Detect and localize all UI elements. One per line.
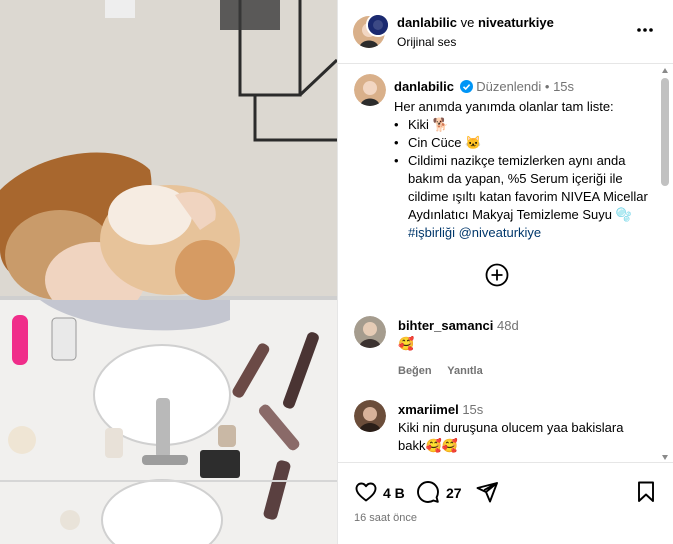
comment-actions: Beğen Yanıtla xyxy=(398,361,648,380)
caption-intro: Her anımda yanımda olanlar tam liste: xyxy=(394,99,614,114)
caption-username[interactable]: danlabilic xyxy=(394,79,454,94)
avatar-face-icon xyxy=(354,74,386,106)
post-actions-bar: 4 B 27 16 saat önce xyxy=(338,462,673,544)
load-more-comments-icon[interactable] xyxy=(485,263,509,287)
caption-bullet-text: Kiki 🐕 xyxy=(408,117,449,132)
comment-text: 🥰 xyxy=(398,336,415,351)
author-username[interactable]: danlabilic xyxy=(397,15,457,30)
caption-bullet-text: Cin Cüce 🐱 xyxy=(408,135,482,150)
caption-time[interactable]: 15s xyxy=(553,79,574,94)
caption-bullet-body: Cildimi nazikçe temizlerken aynı anda ba… xyxy=(408,153,648,222)
header-names: danlabilic ve niveaturkiye xyxy=(397,15,554,30)
caption-meta: danlabilic Düzenlendi • 15s xyxy=(394,78,664,98)
avatar-face-icon xyxy=(354,400,386,432)
audio-label[interactable]: Orijinal ses xyxy=(397,35,456,49)
post-image[interactable] xyxy=(0,0,337,544)
post-timestamp[interactable]: 16 saat önce xyxy=(354,512,417,524)
commenter-avatar[interactable] xyxy=(354,400,386,432)
comment-username[interactable]: bihter_samanci xyxy=(398,318,493,333)
nivea-logo-icon xyxy=(368,15,388,35)
post-header: danlabilic ve niveaturkiye Orijinal ses xyxy=(338,0,673,64)
verified-badge-icon xyxy=(459,80,473,98)
comment-time[interactable]: 48d xyxy=(497,318,519,333)
like-heart-icon[interactable] xyxy=(354,480,378,504)
save-bookmark-icon[interactable] xyxy=(634,480,658,504)
like-count[interactable]: 4 B xyxy=(383,485,405,501)
share-paper-plane-icon[interactable] xyxy=(475,480,499,504)
comments-scroll-area[interactable]: danlabilic Düzenlendi • 15s Her anımda y… xyxy=(338,64,673,462)
hashtag-link[interactable]: #işbirliği xyxy=(408,225,455,240)
meta-separator: • xyxy=(544,79,550,94)
comment-body: bihter_samanci 48d 🥰 Beğen Yanıtla xyxy=(398,317,648,380)
scrollbar[interactable] xyxy=(661,68,669,460)
comment-count[interactable]: 27 xyxy=(446,485,462,501)
scrollbar-graphic xyxy=(661,68,669,460)
avatar-face-icon xyxy=(354,316,386,348)
comment-body: xmariimel 15s Kiki nin duruşuna olucem y… xyxy=(398,401,648,455)
comment-bubble-icon[interactable] xyxy=(416,480,440,504)
mention-link[interactable]: @niveaturkiye xyxy=(459,225,542,240)
reply-button[interactable]: Yanıtla xyxy=(447,365,482,377)
more-options-icon[interactable] xyxy=(635,20,655,40)
comment-username[interactable]: xmariimel xyxy=(398,402,459,417)
caption-bullet: • Kiki 🐕 xyxy=(394,117,449,132)
caption-bullet: • Cin Cüce 🐱 xyxy=(394,135,482,150)
caption-bullet: • Cildimi nazikçe temizlerken aynı anda b… xyxy=(394,152,664,242)
caption-block: danlabilic Düzenlendi • 15s Her anımda y… xyxy=(394,78,664,242)
caption-avatar[interactable] xyxy=(354,74,386,106)
commenter-avatar[interactable] xyxy=(354,316,386,348)
caption-bullet-text: Cildimi nazikçe temizlerken aynı anda ba… xyxy=(408,152,664,242)
comment-time[interactable]: 15s xyxy=(462,402,483,417)
comment-text: Kiki nin duruşuna olucem yaa bakislara b… xyxy=(398,420,624,453)
like-comment-button[interactable]: Beğen xyxy=(398,365,432,377)
post-photo-illustration xyxy=(0,0,337,544)
post-details-panel: danlabilic ve niveaturkiye Orijinal ses … xyxy=(337,0,673,544)
header-joiner: ve xyxy=(460,15,475,30)
edited-label: Düzenlendi xyxy=(476,79,542,94)
collaborator-username[interactable]: niveaturkiye xyxy=(478,15,554,30)
collaborator-avatar[interactable] xyxy=(366,13,390,37)
